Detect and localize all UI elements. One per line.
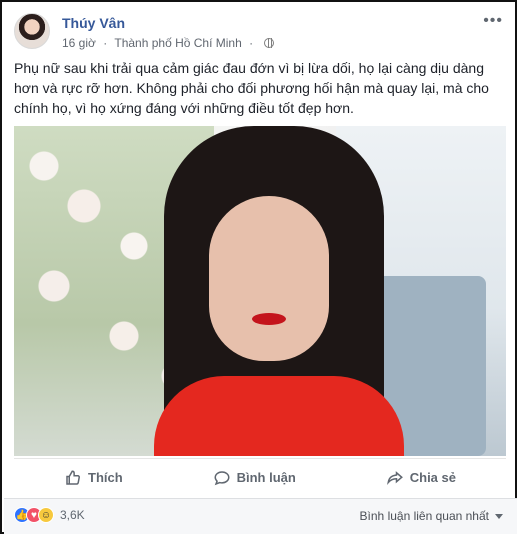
comment-button[interactable]: Bình luận — [213, 469, 296, 487]
more-options-icon[interactable]: ••• — [483, 13, 503, 29]
post-actions: Thích Bình luận Chia sẻ — [14, 458, 506, 496]
post-location[interactable]: Thành phố Hồ Chí Minh — [114, 36, 241, 50]
comment-sort-label: Bình luận liên quan nhất — [359, 509, 489, 523]
photo-shirt — [154, 376, 404, 456]
comment-label: Bình luận — [236, 470, 296, 485]
haha-reaction-icon: ☺ — [38, 507, 54, 523]
thumbs-up-icon — [66, 469, 80, 485]
meta-separator: · — [103, 36, 108, 50]
like-button[interactable]: Thích — [64, 469, 123, 487]
post-header: Thúy Vân 16 giờ · Thành phố Hồ Chí Minh … — [12, 10, 505, 54]
comment-icon — [214, 470, 230, 485]
reaction-count[interactable]: 3,6K — [60, 508, 85, 522]
photo-face — [209, 196, 329, 361]
share-label: Chia sẻ — [409, 470, 456, 485]
post-time[interactable]: 16 giờ — [62, 36, 96, 50]
avatar[interactable] — [14, 13, 50, 49]
chevron-down-icon — [495, 513, 503, 519]
post-footer: 👍 ♥ ☺ 3,6K Bình luận liên quan nhất — [4, 498, 517, 534]
comment-sort-dropdown[interactable]: Bình luận liên quan nhất — [360, 509, 503, 523]
globe-icon[interactable] — [264, 38, 275, 48]
post-text: Phụ nữ sau khi trải qua cảm giác đau đớn… — [14, 60, 489, 116]
like-label: Thích — [88, 470, 123, 485]
share-button[interactable]: Chia sẻ — [386, 469, 456, 487]
author-name[interactable]: Thúy Vân — [62, 15, 125, 31]
photo-lips — [252, 313, 286, 325]
share-icon — [386, 470, 403, 485]
reaction-summary[interactable]: 👍 ♥ ☺ 3,6K — [14, 507, 85, 523]
post-meta: 16 giờ · Thành phố Hồ Chí Minh · — [62, 36, 275, 50]
post-card: Thúy Vân 16 giờ · Thành phố Hồ Chí Minh … — [0, 0, 517, 534]
meta-separator: · — [249, 36, 254, 50]
post-photo[interactable] — [14, 126, 506, 456]
